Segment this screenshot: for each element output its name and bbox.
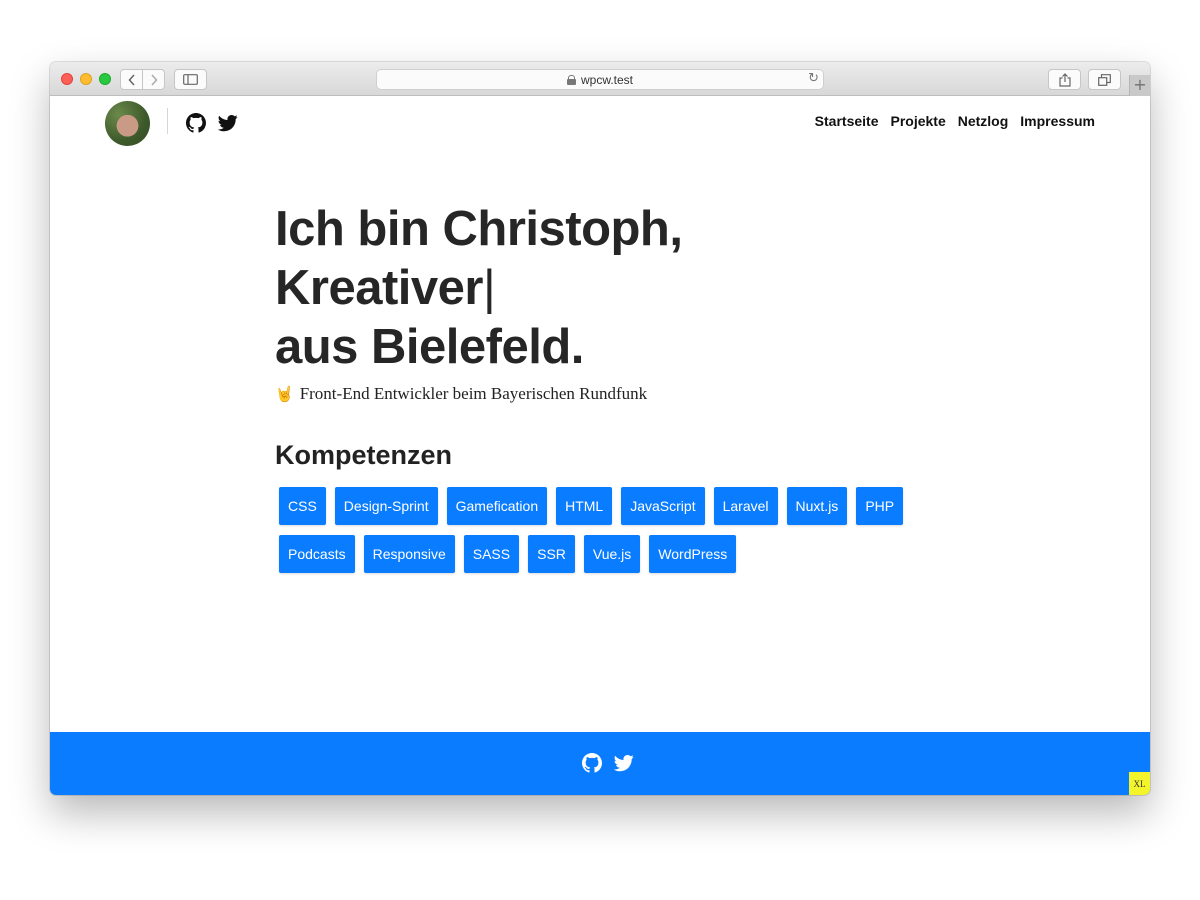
- typed-word: Kreativer: [275, 261, 483, 315]
- skill-tag[interactable]: SSR: [528, 535, 575, 573]
- twitter-icon[interactable]: [614, 753, 634, 773]
- reload-icon[interactable]: ↻: [808, 71, 819, 86]
- headline-line-1: Ich bin Christoph,: [275, 202, 683, 256]
- nav-link-impressum[interactable]: Impressum: [1020, 113, 1095, 129]
- avatar[interactable]: [105, 101, 150, 146]
- skill-tag[interactable]: Responsive: [363, 535, 455, 573]
- chevron-right-icon: [150, 73, 158, 86]
- maximize-window-button[interactable]: [99, 73, 111, 85]
- close-window-button[interactable]: [61, 73, 73, 85]
- sidebar-toggle-button[interactable]: [174, 69, 207, 90]
- lock-icon: [566, 74, 576, 85]
- nav-link-netzlog[interactable]: Netzlog: [958, 113, 1009, 129]
- headline-line-2: Kreativer|: [275, 259, 975, 318]
- skill-tag[interactable]: Vue.js: [583, 535, 641, 573]
- share-button[interactable]: [1048, 69, 1081, 90]
- skill-tag[interactable]: PHP: [856, 487, 904, 525]
- github-icon[interactable]: [186, 113, 206, 133]
- subtitle-text: Front-End Entwickler beim Bayerischen Ru…: [299, 384, 648, 403]
- nav-link-projekte[interactable]: Projekte: [890, 113, 945, 129]
- share-icon: [1058, 72, 1071, 87]
- breakpoint-badge: XL: [1129, 772, 1150, 795]
- hero-headline: Ich bin Christoph, Kreativer| aus Bielef…: [275, 200, 975, 377]
- address-bar[interactable]: wpcw.test ↻: [376, 69, 824, 90]
- twitter-icon[interactable]: [218, 113, 238, 133]
- browser-toolbar: wpcw.test ↻ +: [50, 62, 1150, 96]
- github-icon[interactable]: [582, 753, 602, 773]
- tab-overview-icon: [1098, 73, 1111, 86]
- header-divider: [167, 108, 168, 134]
- skill-tag[interactable]: CSS: [279, 487, 326, 525]
- rock-hand-icon: 🤘: [275, 385, 294, 403]
- skill-tag[interactable]: Design-Sprint: [334, 487, 438, 525]
- tab-overview-button[interactable]: [1088, 69, 1121, 90]
- skill-tag[interactable]: Nuxt.js: [786, 487, 848, 525]
- skill-tag[interactable]: SASS: [463, 535, 520, 573]
- skill-tag[interactable]: JavaScript: [621, 487, 705, 525]
- browser-window: wpcw.test ↻ + Startseite Projekte Netzlo…: [50, 62, 1150, 795]
- skill-tag[interactable]: Laravel: [713, 487, 778, 525]
- minimize-window-button[interactable]: [80, 73, 92, 85]
- skill-tag[interactable]: Gamefication: [446, 487, 548, 525]
- url-text: wpcw.test: [580, 72, 634, 87]
- skill-tag[interactable]: HTML: [556, 487, 613, 525]
- skills-heading: Kompetenzen: [275, 440, 453, 470]
- site-footer: XL: [50, 732, 1150, 795]
- chevron-left-icon: [127, 73, 135, 86]
- back-button[interactable]: [120, 69, 143, 90]
- sidebar-icon: [183, 74, 198, 85]
- headline-line-3: aus Bielefeld.: [275, 320, 584, 374]
- skill-tag[interactable]: WordPress: [649, 535, 737, 573]
- site-header: Startseite Projekte Netzlog Impressum: [50, 96, 1150, 150]
- skill-tag[interactable]: Podcasts: [279, 535, 355, 573]
- skills-tag-list: CSS Design-Sprint Gamefication HTML Java…: [279, 487, 939, 573]
- hero-section: Ich bin Christoph, Kreativer| aus Bielef…: [275, 200, 975, 573]
- hero-subtitle: 🤘 Front-End Entwickler beim Bayerischen …: [275, 384, 647, 404]
- forward-button[interactable]: [142, 69, 165, 90]
- new-tab-button[interactable]: +: [1129, 75, 1150, 96]
- nav-link-startseite[interactable]: Startseite: [815, 113, 879, 129]
- main-navigation: Startseite Projekte Netzlog Impressum: [815, 113, 1095, 129]
- typing-cursor: |: [482, 261, 496, 315]
